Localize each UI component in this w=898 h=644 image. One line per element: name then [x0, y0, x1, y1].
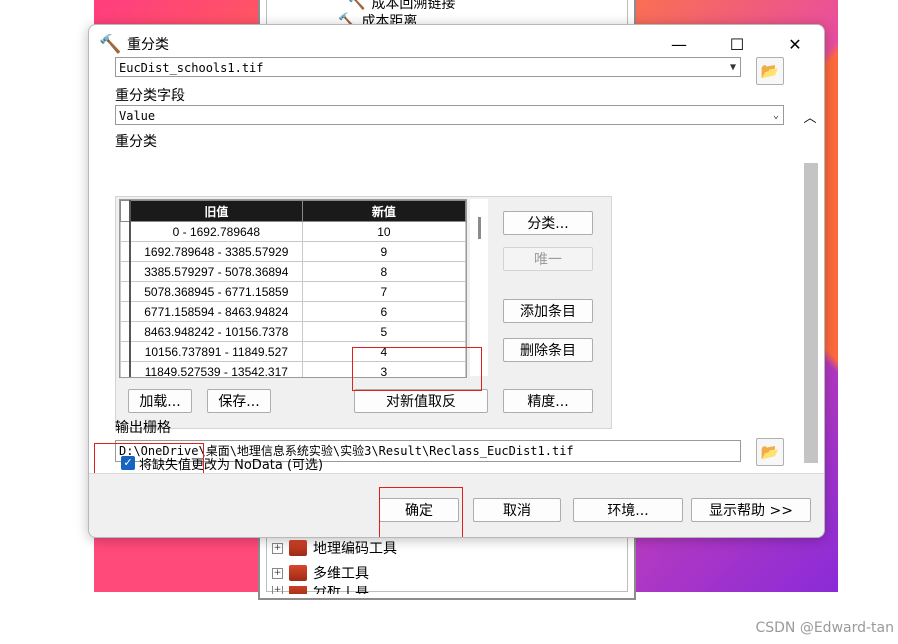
tree-item-geocoding-tools[interactable]: + 地理编码工具	[272, 537, 397, 559]
old-value-cell[interactable]: 3385.579297 - 5078.36894	[129, 261, 303, 282]
new-value-cell[interactable]: 10	[301, 221, 466, 242]
highlight-box-reverse	[352, 347, 482, 391]
old-value-cell[interactable]: 8463.948242 - 10156.7378	[129, 321, 303, 342]
scroll-up-icon[interactable]: ︿	[802, 107, 818, 126]
table-row[interactable]: 6771.158594 - 8463.94824 6	[120, 301, 466, 322]
highlight-box-ok	[379, 487, 463, 537]
row-header[interactable]	[120, 341, 131, 362]
open-folder-icon[interactable]: 📂	[756, 57, 784, 85]
old-value-cell[interactable]: 1692.789648 - 3385.57929	[129, 241, 303, 262]
row-header[interactable]	[120, 241, 131, 262]
classify-button[interactable]: 分类...	[503, 211, 593, 235]
reclass-field-label: 重分类字段	[115, 88, 185, 104]
row-header[interactable]	[120, 361, 131, 377]
reclassify-dialog: 🔨 重分类 — ☐ ✕ EucDist_schools1.tif ▼ 📂 重分类…	[88, 24, 825, 538]
environments-button[interactable]: 环境...	[573, 498, 683, 522]
old-value-cell[interactable]: 10156.737891 - 11849.527	[129, 341, 303, 362]
hammer-icon: 🔨	[99, 33, 122, 55]
new-value-cell[interactable]: 7	[301, 281, 466, 302]
old-value-cell[interactable]: 6771.158594 - 8463.94824	[129, 301, 303, 322]
watermark: CSDN @Edward-tan	[755, 620, 894, 636]
scrollbar-thumb[interactable]	[804, 163, 818, 463]
precision-button[interactable]: 精度...	[503, 389, 593, 413]
expand-icon[interactable]: +	[272, 567, 283, 579]
expand-icon[interactable]: +	[272, 586, 283, 594]
load-button[interactable]: 加载...	[128, 389, 192, 413]
new-value-cell[interactable]: 8	[301, 261, 466, 282]
open-folder-icon[interactable]: 📂	[756, 438, 784, 466]
dialog-title: 重分类	[127, 37, 169, 53]
reclass-group: 旧值 新值 0 - 1692.789648 10 1692.789648 - 338…	[115, 196, 612, 429]
column-header-new[interactable]: 新值	[301, 200, 466, 222]
column-header-old[interactable]: 旧值	[129, 200, 303, 222]
tree-item-multidimension-tools[interactable]: + 多维工具	[272, 562, 369, 584]
output-raster-label: 输出栅格	[115, 420, 171, 436]
delete-entry-button[interactable]: 删除条目	[503, 338, 593, 362]
new-value-cell[interactable]: 6	[301, 301, 466, 322]
new-value-cell[interactable]: 9	[301, 241, 466, 262]
cancel-button[interactable]: 取消	[473, 498, 561, 522]
row-header[interactable]	[120, 221, 131, 242]
show-help-button[interactable]: 显示帮助 >>	[691, 498, 811, 522]
add-entry-button[interactable]: 添加条目	[503, 299, 593, 323]
unique-button[interactable]: 唯一	[503, 247, 593, 271]
reverse-new-values-button[interactable]: 对新值取反	[354, 389, 488, 413]
new-value-cell[interactable]: 5	[301, 321, 466, 342]
save-button[interactable]: 保存...	[207, 389, 271, 413]
dialog-scrollbar[interactable]: ︿ ﹀	[802, 107, 818, 497]
row-header[interactable]	[120, 261, 131, 282]
dialog-content: EucDist_schools1.tif ▼ 📂 重分类字段 Value ⌄ 重…	[89, 57, 824, 492]
row-header[interactable]	[120, 281, 131, 302]
table-row[interactable]: 1692.789648 - 3385.57929 9	[120, 241, 466, 262]
toolbox-icon	[289, 565, 307, 581]
tree-item-analysis-tools[interactable]: + 分析工具	[272, 586, 369, 594]
expand-icon[interactable]: +	[272, 542, 283, 554]
reclass-label: 重分类	[115, 134, 157, 150]
toolbox-icon	[289, 586, 307, 594]
table-row[interactable]: 0 - 1692.789648 10	[120, 221, 466, 242]
old-value-cell[interactable]: 11849.527539 - 13542.317	[129, 361, 303, 377]
old-value-cell[interactable]: 5078.368945 - 6771.15859	[129, 281, 303, 302]
table-row[interactable]: 5078.368945 - 6771.15859 7	[120, 281, 466, 302]
table-row[interactable]: 8463.948242 - 10156.7378 5	[120, 321, 466, 342]
reclass-field-select[interactable]: Value ⌄	[115, 105, 784, 125]
toolbox-icon	[289, 540, 307, 556]
dropdown-arrow-icon[interactable]: ▼	[730, 58, 736, 76]
row-header[interactable]	[120, 301, 131, 322]
row-header[interactable]	[120, 321, 131, 342]
table-row[interactable]: 3385.579297 - 5078.36894 8	[120, 261, 466, 282]
old-value-cell[interactable]: 0 - 1692.789648	[129, 221, 303, 242]
input-raster-field[interactable]: EucDist_schools1.tif ▼	[115, 57, 741, 77]
chevron-down-icon[interactable]: ⌄	[773, 106, 779, 124]
